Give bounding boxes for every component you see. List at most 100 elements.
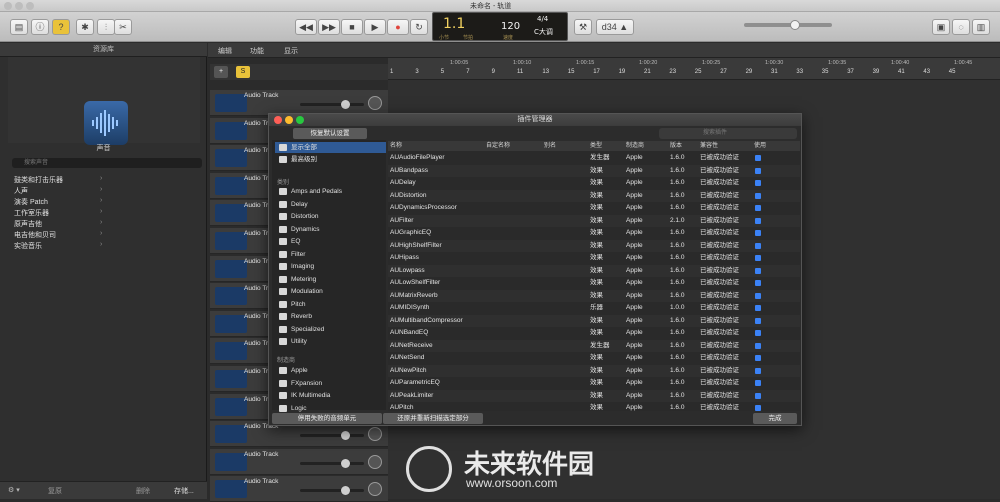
use-checkbox[interactable] xyxy=(755,367,761,374)
use-checkbox[interactable] xyxy=(755,255,761,261)
use-checkbox[interactable] xyxy=(755,217,761,224)
table-row[interactable]: AUPeakLimiter 效果 Apple 1.6.0 已被成功验证 xyxy=(388,389,800,402)
column-header-version[interactable]: 版本 xyxy=(670,141,682,151)
table-row[interactable]: AUHighShelfFilter 效果 Apple 1.6.0 已被成功验证 xyxy=(388,239,800,252)
sidebar-item-category[interactable]: Filter xyxy=(275,249,386,260)
column-header-type[interactable]: 类型 xyxy=(590,141,602,151)
timeline-ruler[interactable]: 1 3 5 7 9 11 13 15 17 19 21 23 25 27 29 31 33 35 37 39 41 43 4… xyxy=(388,58,1000,80)
library-item[interactable]: 演奏 Patch xyxy=(14,197,48,207)
revert-button[interactable]: 复原 xyxy=(48,486,62,496)
zoom-window-button[interactable] xyxy=(26,2,34,10)
use-checkbox[interactable] xyxy=(755,192,761,199)
column-header-maker[interactable]: 制造商 xyxy=(626,141,644,151)
track-volume-knob[interactable] xyxy=(341,458,350,468)
use-checkbox[interactable] xyxy=(755,267,761,274)
stop-button[interactable]: ■ xyxy=(341,19,363,35)
sidebar-item-maker[interactable]: Logic xyxy=(275,403,386,414)
cycle-button[interactable]: ↻ xyxy=(410,19,428,35)
use-checkbox[interactable] xyxy=(755,242,761,249)
table-row[interactable]: AULowpass 效果 Apple 1.6.0 已被成功验证 xyxy=(388,264,800,277)
pm-minimize-button[interactable] xyxy=(285,116,293,124)
help-icon[interactable]: ? xyxy=(52,19,70,35)
done-button[interactable]: 完成 xyxy=(753,413,797,424)
record-button[interactable]: ● xyxy=(387,19,409,35)
sidebar-item-category[interactable]: Delay xyxy=(275,199,386,210)
sidebar-item-category[interactable]: Specialized xyxy=(275,324,386,335)
library-item[interactable]: 工作室乐器 xyxy=(14,208,49,218)
view-menu[interactable]: 显示 xyxy=(284,46,298,56)
sidebar-item-category[interactable]: Reverb xyxy=(275,311,386,322)
track-pan-knob[interactable] xyxy=(368,96,382,110)
library-item[interactable]: 人声 xyxy=(14,186,28,196)
delete-button[interactable]: 删除 xyxy=(136,486,150,496)
table-row[interactable]: AUMultibandCompressor 效果 Apple 1.6.0 已被成功验证 xyxy=(388,314,800,327)
column-header-compat[interactable]: 兼容性 xyxy=(700,141,718,151)
use-checkbox[interactable] xyxy=(755,342,761,349)
track-volume-fader[interactable] xyxy=(300,103,364,106)
reset-defaults-button[interactable]: 恢复默认设置 xyxy=(293,128,367,139)
track-header[interactable]: Audio Track xyxy=(210,448,388,475)
use-checkbox[interactable] xyxy=(755,305,761,311)
column-header-use[interactable]: 使用 xyxy=(754,141,766,151)
sidebar-item-maker[interactable]: IK Multimedia xyxy=(275,390,386,401)
browser-icon[interactable]: ▥ xyxy=(972,19,990,35)
use-checkbox[interactable] xyxy=(755,167,761,174)
library-item[interactable]: 实验音乐 xyxy=(14,241,42,251)
edit-menu[interactable]: 编辑 xyxy=(218,46,232,56)
track-volume-knob[interactable] xyxy=(341,100,350,109)
use-checkbox[interactable] xyxy=(755,405,761,411)
library-toggle-icon[interactable]: ▤ xyxy=(10,19,28,35)
table-row[interactable]: AUDynamicsProcessor 效果 Apple 1.6.0 已被成功验证 xyxy=(388,202,800,215)
sidebar-item-top-level[interactable]: 最高级别 xyxy=(275,154,386,165)
sidebar-item-category[interactable]: Modulation xyxy=(275,286,386,297)
track-volume-knob[interactable] xyxy=(341,486,350,496)
use-checkbox[interactable] xyxy=(755,355,761,361)
table-row[interactable]: AUMatrixReverb 效果 Apple 1.6.0 已被成功验证 xyxy=(388,289,800,302)
rescan-button[interactable]: 还原并重新扫描选定部分 xyxy=(383,413,483,424)
table-row[interactable]: AUDistortion 效果 Apple 1.6.0 已被成功验证 xyxy=(388,189,800,202)
sidebar-item-category[interactable]: Metering xyxy=(275,274,386,285)
library-search-input[interactable]: 搜索声音 xyxy=(12,158,202,168)
table-row[interactable]: AUDelay 效果 Apple 1.6.0 已被成功验证 xyxy=(388,177,800,190)
notepad-icon[interactable]: ▣ xyxy=(932,19,950,35)
use-checkbox[interactable] xyxy=(755,180,761,186)
table-row[interactable]: AUNewPitch 效果 Apple 1.6.0 已被成功验证 xyxy=(388,364,800,377)
sidebar-item-category[interactable]: Distortion xyxy=(275,211,386,222)
sidebar-item-category[interactable]: Utility xyxy=(275,336,386,347)
table-row[interactable]: AUParametricEQ 效果 Apple 1.6.0 已被成功验证 xyxy=(388,377,800,390)
track-pan-knob[interactable] xyxy=(368,454,382,469)
pm-zoom-button[interactable] xyxy=(296,116,304,124)
sidebar-item-maker[interactable]: FXpansion xyxy=(275,378,386,389)
table-row[interactable]: AUNetSend 效果 Apple 1.6.0 已被成功验证 xyxy=(388,352,800,365)
use-checkbox[interactable] xyxy=(755,317,761,324)
master-volume-knob[interactable] xyxy=(790,20,800,30)
scissors-icon[interactable]: ✂ xyxy=(114,19,132,35)
inspector-icon[interactable]: ⓘ xyxy=(31,19,49,35)
use-checkbox[interactable] xyxy=(755,380,761,386)
sidebar-item-maker[interactable]: Apple xyxy=(275,365,386,376)
tuner-icon[interactable]: ⚒ xyxy=(574,19,592,35)
sidebar-item-category[interactable]: EQ xyxy=(275,236,386,247)
rewind-button[interactable]: ◀◀ xyxy=(295,19,317,35)
minimize-window-button[interactable] xyxy=(15,2,23,10)
sidebar-item-category[interactable]: Imaging xyxy=(275,261,386,272)
sidebar-item-category[interactable]: Dynamics xyxy=(275,224,386,235)
save-button[interactable]: 存储... xyxy=(174,486,194,496)
track-volume-fader[interactable] xyxy=(300,461,364,465)
library-item[interactable]: 原声吉他 xyxy=(14,219,42,229)
use-checkbox[interactable] xyxy=(755,230,761,236)
track-pan-knob[interactable] xyxy=(368,427,382,442)
table-row[interactable]: AUNBandEQ 效果 Apple 1.6.0 已被成功验证 xyxy=(388,327,800,340)
solo-button[interactable]: S xyxy=(236,66,250,78)
count-in-metronome[interactable]: d34 ▲ xyxy=(596,19,634,35)
use-checkbox[interactable] xyxy=(755,330,761,336)
table-row[interactable]: AUFilter 效果 Apple 2.1.0 已被成功验证 xyxy=(388,214,800,227)
lcd-display[interactable]: 1.1 小节 节拍 120 速度 4/4 C大调 xyxy=(432,12,568,41)
table-row[interactable]: AUHipass 效果 Apple 1.6.0 已被成功验证 xyxy=(388,252,800,265)
table-row[interactable]: AUPitch 效果 Apple 1.6.0 已被成功验证 xyxy=(388,402,800,411)
column-header-alias[interactable]: 别名 xyxy=(544,141,556,151)
plugin-search-input[interactable]: 搜索插件 xyxy=(659,128,797,139)
settings-icon[interactable]: ✱ xyxy=(76,19,94,35)
table-row[interactable]: AUNetReceive 发生器 Apple 1.6.0 已被成功验证 xyxy=(388,339,800,352)
sidebar-item-show-all[interactable]: 显示全部 xyxy=(275,142,386,153)
